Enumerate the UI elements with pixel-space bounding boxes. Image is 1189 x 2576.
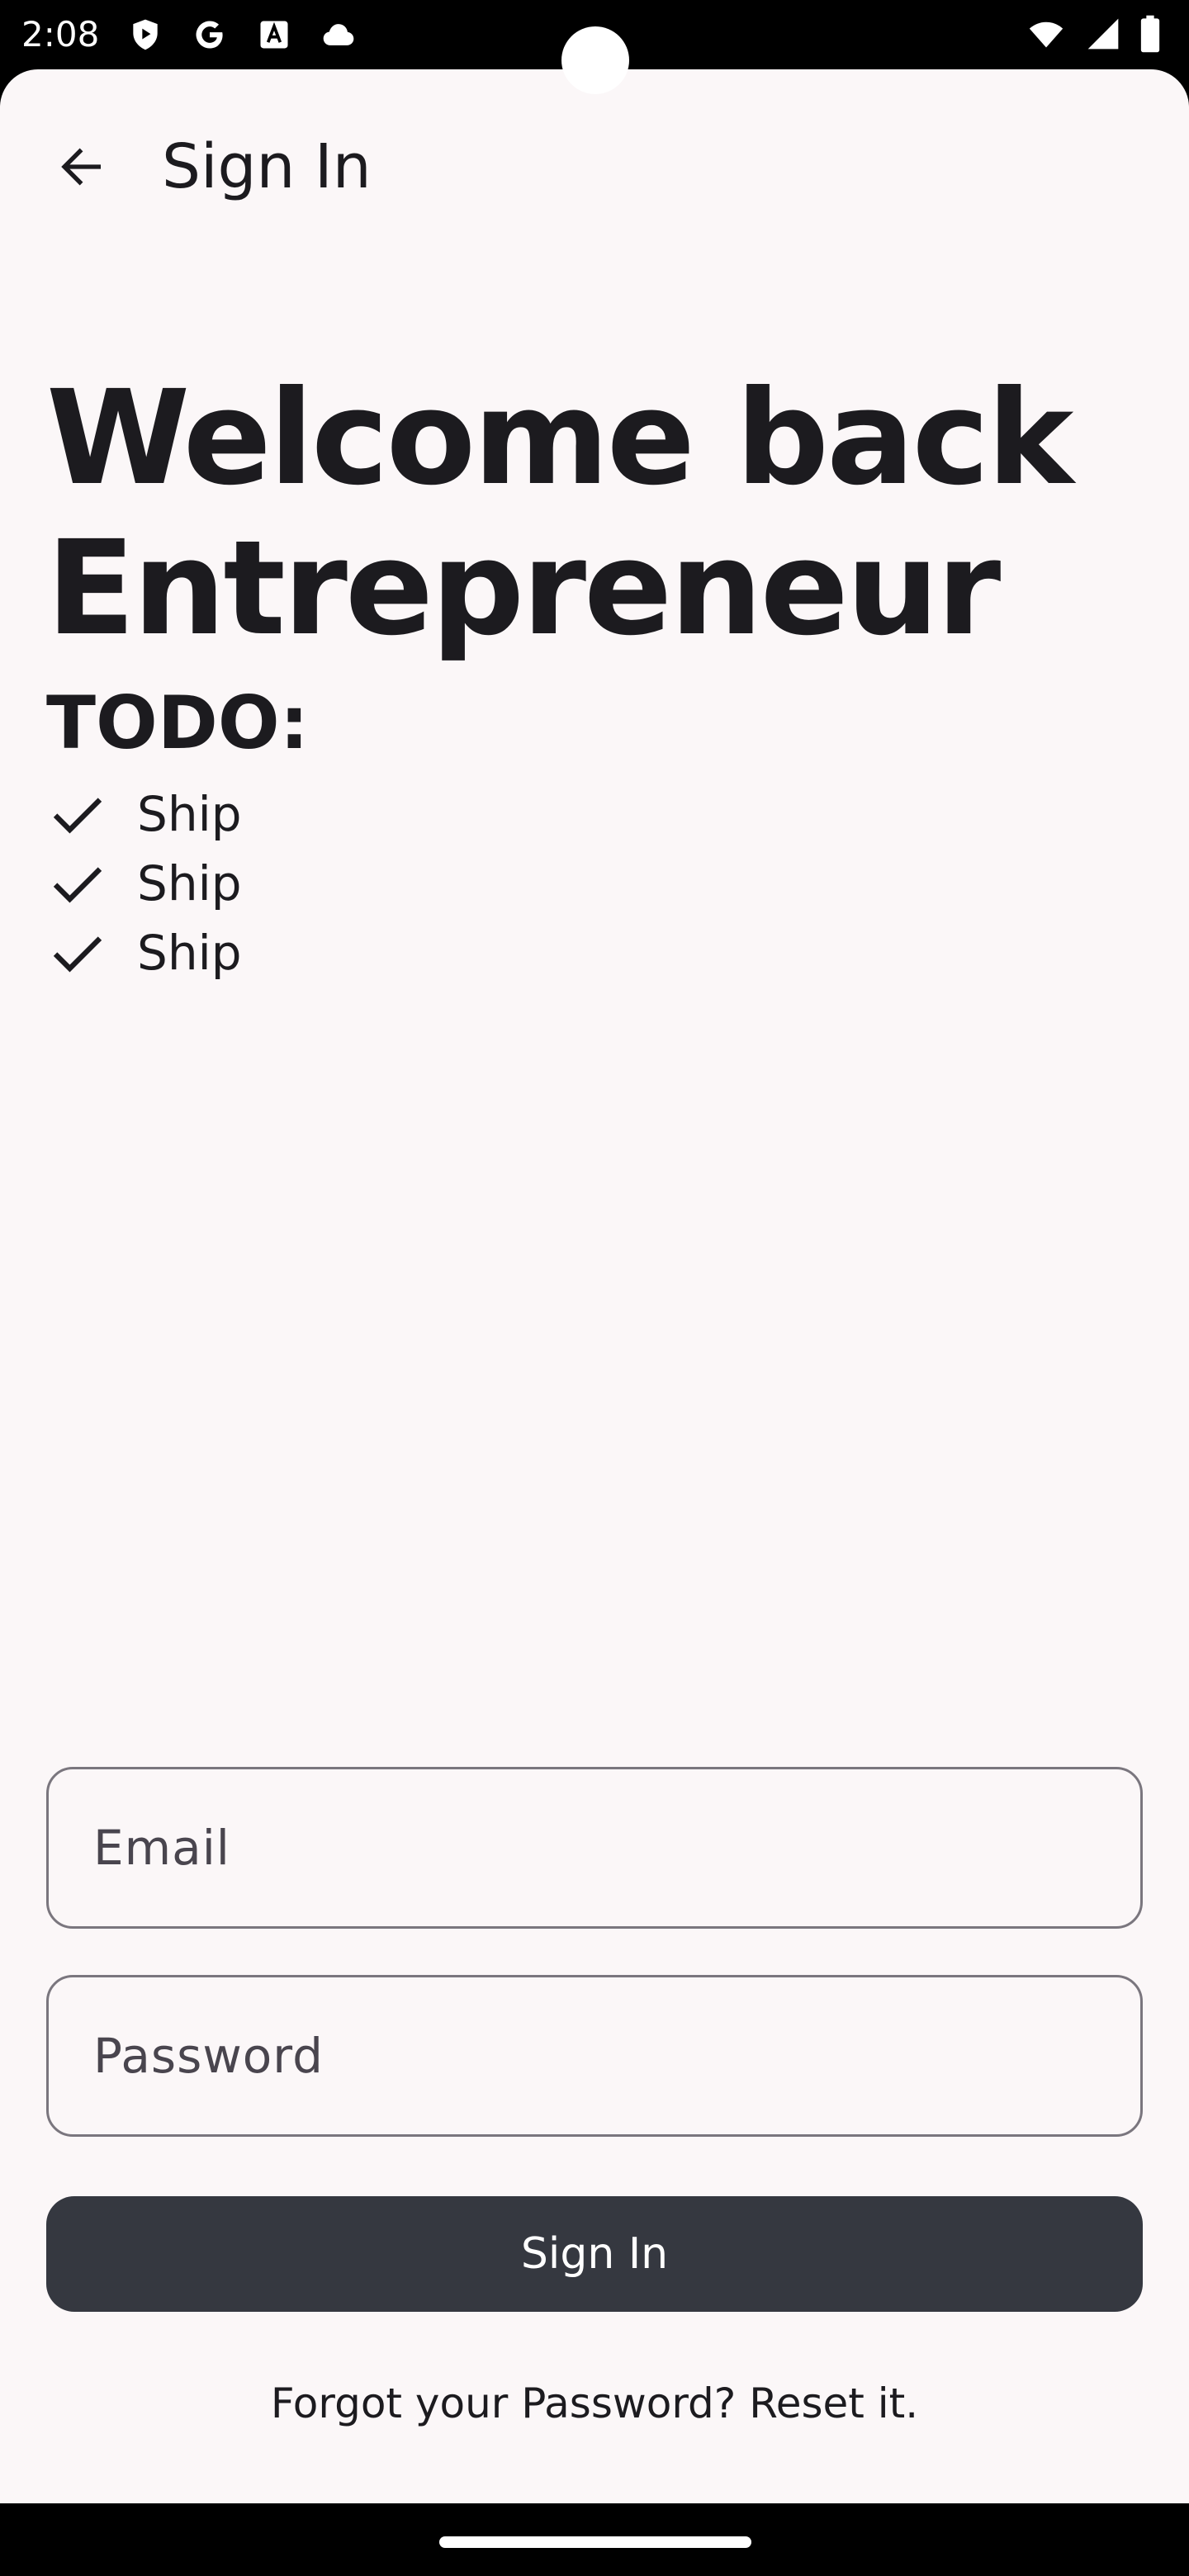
password-input[interactable] <box>93 2028 1096 2084</box>
todo-item-label: Ship <box>137 925 242 981</box>
check-icon <box>53 798 102 834</box>
email-input[interactable] <box>93 1820 1096 1876</box>
home-gesture-handle[interactable] <box>439 2536 751 2548</box>
todo-heading: TODO: <box>46 680 309 765</box>
battery-icon <box>1140 15 1160 53</box>
status-time: 2:08 <box>21 14 100 54</box>
app-screen: Sign In Welcome back Entrepreneur TODO: … <box>0 69 1189 2503</box>
todo-list: Ship Ship Ship <box>46 779 1153 987</box>
shield-play-icon <box>133 19 158 50</box>
page-title: Sign In <box>162 131 372 202</box>
status-notification-icons <box>126 17 358 53</box>
todo-item: Ship <box>46 779 1153 849</box>
wifi-icon <box>1029 21 1063 48</box>
todo-item: Ship <box>46 849 1153 918</box>
arrow-back-icon <box>61 148 101 186</box>
google-icon <box>196 21 223 49</box>
password-field[interactable] <box>46 1975 1143 2137</box>
welcome-title-line-1: Welcome back <box>46 362 1073 514</box>
font-a-icon <box>260 21 288 49</box>
check-icon <box>53 867 102 903</box>
todo-item: Ship <box>46 918 1153 987</box>
todo-item-label: Ship <box>137 786 242 842</box>
todo-item-label: Ship <box>137 855 242 912</box>
cellular-signal-icon <box>1087 18 1119 50</box>
check-icon <box>53 936 102 973</box>
camera-cutout <box>561 26 629 94</box>
sign-in-button[interactable]: Sign In <box>46 2196 1143 2312</box>
status-system-icons <box>1026 15 1161 53</box>
welcome-section: Welcome back Entrepreneur TODO: Ship Shi… <box>46 363 1153 987</box>
welcome-title-line-2: Entrepreneur <box>46 513 1001 665</box>
back-button[interactable] <box>43 129 119 205</box>
top-app-bar: Sign In <box>0 69 1189 254</box>
forgot-password-link[interactable]: Forgot your Password? Reset it. <box>46 2375 1143 2432</box>
cloud-icon <box>323 24 354 45</box>
navigation-bar <box>0 2503 1189 2576</box>
email-field[interactable] <box>46 1767 1143 1929</box>
